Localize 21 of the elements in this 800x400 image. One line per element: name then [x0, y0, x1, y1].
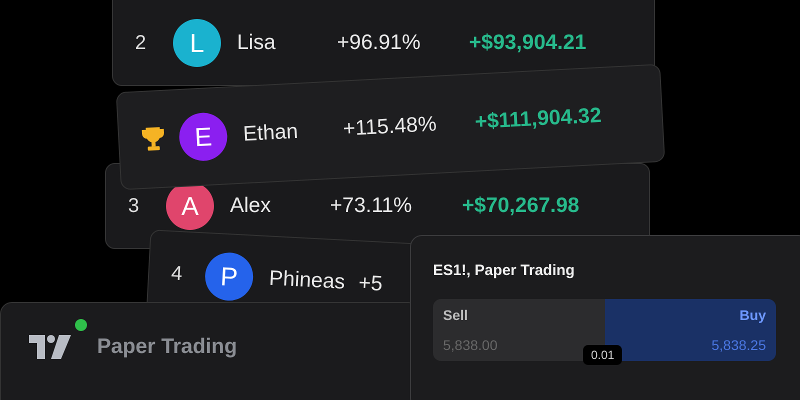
return-percent: +115.48% — [342, 112, 438, 142]
profit-amount: +$70,267.98 — [462, 194, 580, 218]
panel-title: ES1!, Paper Trading — [433, 262, 576, 279]
trader-name: Ethan — [242, 118, 300, 147]
avatar: P — [204, 251, 254, 302]
rank-number: 3 — [128, 194, 140, 218]
avatar: E — [178, 112, 228, 162]
trader-name: Phineas — [268, 266, 347, 296]
trader-name: Lisa — [237, 31, 277, 55]
profit-amount: +$111,904.32 — [474, 104, 602, 135]
rank-number: 2 — [135, 32, 148, 54]
return-percent: +5 — [358, 271, 384, 298]
avatar: L — [173, 19, 221, 67]
return-percent: +73.11% — [330, 194, 413, 218]
rank-number: 4 — [170, 262, 184, 287]
account-label: Paper Trading — [97, 335, 238, 359]
trophy-icon — [140, 126, 166, 154]
spread-value: 0.01 — [583, 345, 622, 365]
return-percent: +96.91% — [337, 31, 422, 55]
profit-amount: +$93,904.21 — [469, 31, 586, 55]
trader-name: Alex — [230, 194, 272, 218]
